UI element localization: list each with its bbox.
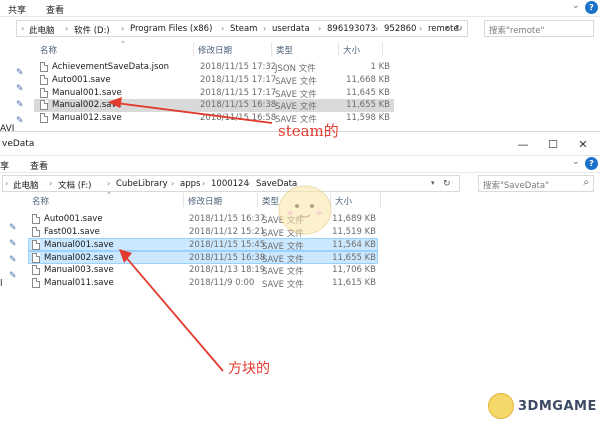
site-watermark: 3DMGAME: [486, 391, 597, 425]
annotation-steam-label: steam的: [278, 122, 339, 140]
arrow-to-cube-file: [123, 254, 224, 372]
annotation-cube-label: 方块的: [228, 361, 270, 377]
watermark-text: 3DMGAME: [518, 399, 597, 414]
annotation-arrows: [108, 97, 273, 372]
watermark-logo-icon: [488, 393, 514, 419]
arrowhead-icon: [108, 97, 122, 108]
arrow-to-steam-file: [115, 102, 273, 124]
